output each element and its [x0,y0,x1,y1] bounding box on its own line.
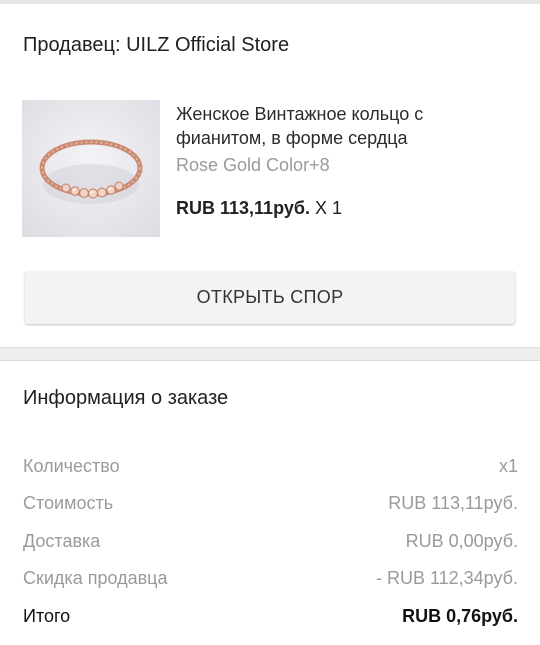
order-row-value: RUB 113,11руб. [388,492,518,513]
order-row-quantity: Количество x1 [23,454,518,478]
order-info-card: Информация о заказе Количество x1 Стоимо… [0,360,540,645]
product-quantity: X 1 [314,198,343,218]
product-image[interactable] [22,100,160,237]
open-dispute-button[interactable]: ОТКРЫТЬ СПОР [25,271,515,324]
order-row-label: Стоимость [23,492,114,513]
order-row-total: Итого RUB 0,76руб. [23,604,518,628]
order-row-label: Скидка продавца [23,567,168,588]
product-variant: Rose Gold Color+8 [176,155,330,175]
seller-card: Продавец: UILZ Official Store Женское Ви… [0,4,540,348]
order-row-seller-discount: Скидка продавца - RUB 112,34руб. [23,566,518,590]
order-total-value: RUB 0,76руб. [402,605,518,626]
order-row-value: x1 [498,455,518,476]
order-row-cost: Стоимость RUB 113,11руб. [23,491,518,515]
order-row-value: - RUB 112,34руб. [375,567,518,588]
order-row-value: RUB 0,00руб. [405,530,518,551]
order-row-shipping: Доставка RUB 0,00руб. [23,529,518,553]
product-title[interactable]: Женское Винтажное кольцо с фианитом, в ф… [176,102,496,150]
order-row-label: Доставка [23,530,101,551]
seller-name[interactable]: Продавец: UILZ Official Store [23,32,289,58]
product-price-line: RUB 113,11руб. X 1 [176,197,342,219]
section-gap [0,348,540,360]
order-info-heading: Информация о заказе [23,387,229,409]
ring-photo-icon [22,100,160,237]
order-row-label: Количество [23,455,120,476]
product-price: RUB 113,11руб. [176,198,310,218]
order-row-label: Итого [23,605,71,626]
